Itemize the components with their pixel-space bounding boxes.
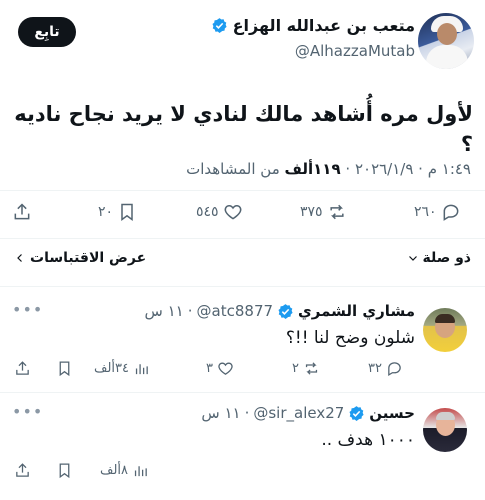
chevron-down-icon: [408, 256, 417, 261]
bookmark-icon: [59, 463, 70, 479]
reply-avatar[interactable]: [423, 308, 467, 352]
analytics-icon: [134, 466, 147, 477]
share-button[interactable]: [14, 462, 31, 479]
tweet-text: لأول مره أُشاهد مالك لنادي لا يريد نجاح …: [14, 102, 473, 156]
reply-text: شلون وضح لنا !!؟: [285, 328, 415, 348]
reply-author-name[interactable]: مشاري الشمري: [298, 302, 415, 320]
divider: [0, 238, 485, 239]
share-button[interactable]: [14, 360, 31, 377]
bookmark-button[interactable]: [56, 360, 73, 377]
reply-count: ٢٦٠: [414, 204, 437, 220]
reply-icon: [443, 204, 458, 221]
reply-text: ١٠٠٠ هدف ..: [321, 430, 415, 450]
like-count: ٣: [206, 361, 213, 376]
reply-header: حسين @sir_alex27 · ١١ س: [201, 404, 415, 422]
views-button[interactable]: ٨ألف: [100, 462, 149, 479]
author-avatar[interactable]: [418, 13, 474, 69]
share-icon: [16, 463, 29, 477]
reply-count: ٣٢: [368, 361, 382, 376]
verified-badge-icon: [278, 303, 293, 319]
reply-button[interactable]: ٣٢: [368, 360, 403, 377]
quotes-label: عرض الاقتباسات: [30, 250, 147, 266]
share-icon: [14, 203, 30, 220]
bookmark-button[interactable]: ٢٠: [98, 202, 137, 222]
reply-time[interactable]: ١١ س: [145, 302, 184, 320]
heart-icon: [218, 362, 233, 375]
reply-button[interactable]: ٢٦٠: [414, 202, 461, 222]
view-quotes-link[interactable]: عرض الاقتباسات: [14, 250, 146, 266]
like-button[interactable]: ٣: [206, 360, 234, 377]
more-options-icon[interactable]: •••: [12, 402, 43, 421]
analytics-icon: [135, 364, 148, 375]
repost-icon: [305, 362, 318, 375]
reply-author-handle[interactable]: @atc8877: [197, 302, 274, 320]
share-button[interactable]: [12, 202, 32, 222]
reply-avatar[interactable]: [423, 408, 467, 452]
verified-badge-icon: [212, 18, 227, 33]
chevron-left-icon: [17, 254, 22, 262]
follow-button[interactable]: تابِع: [18, 17, 76, 47]
divider: [0, 190, 485, 191]
bookmark-icon: [121, 203, 133, 221]
sort-label: ذو صلة: [422, 250, 472, 266]
author-name-row[interactable]: متعب بن عبدالله الهزاع: [211, 16, 415, 35]
author-handle[interactable]: @AlhazzaMutab: [295, 42, 415, 60]
share-icon: [16, 361, 29, 375]
divider: [0, 286, 485, 287]
like-button[interactable]: ٥٤٥: [196, 202, 243, 222]
reply-author-name[interactable]: حسين: [369, 404, 415, 422]
author-name: متعب بن عبدالله الهزاع: [232, 16, 415, 35]
replies-sort-dropdown[interactable]: ذو صلة: [407, 250, 472, 266]
repost-count: ٢: [292, 361, 299, 376]
reply-icon: [388, 362, 401, 377]
more-options-icon[interactable]: •••: [12, 300, 43, 319]
bookmark-icon: [59, 361, 70, 377]
bookmark-count: ٢٠: [98, 204, 114, 220]
views-label: من المشاهدات: [186, 160, 280, 178]
repost-button[interactable]: ٢: [292, 360, 320, 377]
verified-badge-icon: [349, 405, 364, 421]
views-count: ١١٩ألف: [284, 160, 341, 178]
reply-header: مشاري الشمري @atc8877 · ١١ س: [144, 302, 415, 320]
views-count: ٨ألف: [100, 463, 129, 478]
repost-button[interactable]: ٣٧٥: [300, 202, 347, 222]
tweet-timestamp[interactable]: ١:٤٩ م · ٢٠٢٦/١/٩: [355, 160, 471, 178]
reply-author-handle[interactable]: @sir_alex27: [253, 404, 344, 422]
views-button[interactable]: ٣٤ألف: [94, 360, 150, 377]
heart-icon: [224, 204, 241, 220]
reply-time[interactable]: ١١ س: [201, 404, 240, 422]
views-count: ٣٤ألف: [94, 361, 129, 376]
tweet-meta: ١:٤٩ م · ٢٠٢٦/١/٩ · ١١٩ألف من المشاهدات: [186, 160, 471, 178]
repost-count: ٣٧٥: [300, 204, 323, 220]
bookmark-button[interactable]: [56, 462, 73, 479]
like-count: ٥٤٥: [196, 204, 219, 220]
repost-icon: [329, 204, 344, 220]
divider: [0, 392, 485, 393]
